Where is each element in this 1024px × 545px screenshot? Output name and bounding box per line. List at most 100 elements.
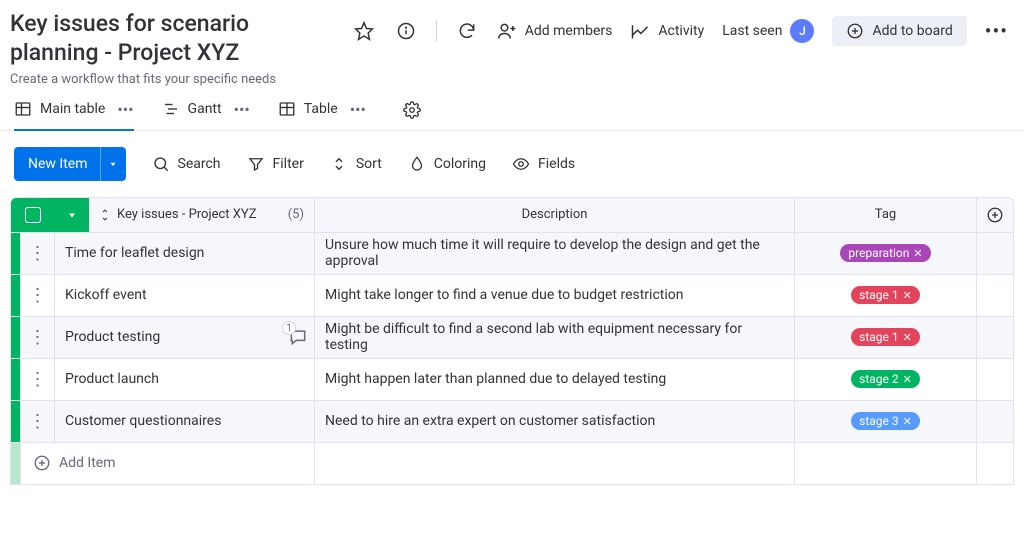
- row-description-cell[interactable]: Might take longer to find a venue due to…: [315, 275, 795, 316]
- sort-handle-icon[interactable]: [99, 209, 111, 221]
- table-row: ⋮Kickoff eventMight take longer to find …: [10, 275, 1014, 317]
- row-name-cell[interactable]: Time for leaflet design: [55, 233, 315, 274]
- tag-text: stage 3: [859, 414, 898, 428]
- sort-label: Sort: [356, 156, 382, 172]
- tag-chip[interactable]: stage 2✕: [851, 370, 920, 388]
- search-button[interactable]: Search: [152, 155, 221, 173]
- tab-main-table[interactable]: Main table •••: [14, 100, 134, 131]
- tag-text: preparation: [848, 246, 909, 260]
- tag-text: stage 1: [859, 330, 898, 344]
- row-menu-icon[interactable]: ⋮: [21, 233, 55, 274]
- tab-main-table-label: Main table: [40, 101, 105, 117]
- row-menu-icon[interactable]: ⋮: [21, 317, 55, 358]
- tag-remove-icon[interactable]: ✕: [913, 247, 922, 260]
- row-name-cell[interactable]: Product testing1: [55, 317, 315, 358]
- column-tag-label[interactable]: Tag: [875, 207, 896, 222]
- row-name-text: Product launch: [65, 371, 159, 387]
- tag-chip[interactable]: preparation ✕: [840, 244, 930, 262]
- row-description-text: Might be difficult to find a second lab …: [325, 321, 784, 353]
- row-description-cell[interactable]: Unsure how much time it will require to …: [315, 233, 795, 274]
- row-color-handle: [11, 443, 21, 484]
- row-end-spacer: [977, 233, 1013, 274]
- column-name-label[interactable]: Key issues - Project XYZ: [117, 207, 257, 222]
- add-to-board-button[interactable]: Add to board: [832, 16, 966, 46]
- row-end-spacer: [977, 275, 1013, 316]
- row-name-text: Time for leaflet design: [65, 245, 204, 261]
- column-description-label[interactable]: Description: [522, 207, 588, 222]
- row-tag-cell[interactable]: preparation ✕: [795, 233, 977, 274]
- tag-chip[interactable]: stage 1 ✕: [851, 328, 920, 346]
- tag-remove-icon[interactable]: ✕: [903, 373, 912, 386]
- add-to-board-label: Add to board: [872, 23, 952, 39]
- board-menu-icon[interactable]: •••: [985, 21, 1008, 41]
- row-name-cell[interactable]: Product launch: [55, 359, 315, 400]
- add-members-label: Add members: [525, 23, 613, 39]
- tab-gantt-label: Gantt: [188, 101, 222, 117]
- coloring-label: Coloring: [434, 156, 486, 172]
- coloring-button[interactable]: Coloring: [408, 155, 486, 173]
- tag-chip[interactable]: stage 3 ✕: [851, 412, 920, 430]
- new-item-button[interactable]: New Item: [14, 147, 126, 181]
- row-tag-cell[interactable]: stage 2✕: [795, 359, 977, 400]
- tab-table[interactable]: Table •••: [278, 100, 366, 131]
- table-row: ⋮ Time for leaflet design Unsure how much …: [10, 233, 1014, 275]
- row-end-spacer: [977, 401, 1013, 442]
- activity-label: Activity: [658, 23, 704, 39]
- automations-icon[interactable]: [455, 19, 479, 43]
- row-end-spacer: [977, 359, 1013, 400]
- conversation-icon[interactable]: 1: [288, 327, 308, 347]
- new-item-dropdown-caret[interactable]: [100, 147, 126, 181]
- tab-gantt[interactable]: Gantt •••: [162, 100, 250, 131]
- row-description-text: Need to hire an extra expert on customer…: [325, 413, 655, 429]
- row-color-handle: [11, 401, 21, 442]
- add-members-button[interactable]: Add members: [497, 21, 613, 41]
- row-end-spacer: [977, 317, 1013, 358]
- table-row: ⋮Product testing1 Might be difficult to f…: [10, 317, 1014, 359]
- row-menu-icon[interactable]: ⋮: [21, 275, 55, 316]
- row-tag-cell[interactable]: stage 1 ✕: [795, 275, 977, 316]
- view-settings-gear-icon[interactable]: [400, 98, 424, 122]
- row-color-handle: [11, 275, 21, 316]
- row-color-handle: [11, 359, 21, 400]
- table-row: ⋮ Product launch Might happen later than p…: [10, 359, 1014, 401]
- fields-button[interactable]: Fields: [512, 155, 575, 173]
- group-count: (5): [288, 207, 304, 222]
- sort-button[interactable]: Sort: [330, 155, 382, 173]
- row-name-cell[interactable]: Kickoff event: [55, 275, 315, 316]
- tag-remove-icon[interactable]: ✕: [903, 331, 912, 344]
- tab-main-table-menu-icon[interactable]: •••: [117, 100, 133, 119]
- last-seen-label: Last seen: [722, 23, 782, 39]
- info-icon[interactable]: [394, 19, 418, 43]
- activity-button[interactable]: Activity: [630, 21, 704, 41]
- board-title[interactable]: Key issues for scenario planning - Proje…: [10, 10, 320, 68]
- tag-chip[interactable]: stage 1 ✕: [851, 286, 920, 304]
- row-menu-icon[interactable]: ⋮: [21, 401, 55, 442]
- plus-circle-icon: [33, 454, 51, 472]
- new-item-label: New Item: [14, 156, 100, 172]
- tag-remove-icon[interactable]: ✕: [903, 415, 912, 428]
- filter-button[interactable]: Filter: [247, 155, 304, 173]
- row-name-cell[interactable]: Customer questionnaires: [55, 401, 315, 442]
- row-description-text: Unsure how much time it will require to …: [325, 237, 784, 269]
- tag-text: stage 1: [859, 288, 898, 302]
- row-tag-cell[interactable]: stage 3 ✕: [795, 401, 977, 442]
- row-color-handle: [11, 317, 21, 358]
- avatar[interactable]: J: [790, 19, 814, 43]
- row-description-cell[interactable]: Need to hire an extra expert on customer…: [315, 401, 795, 442]
- group-collapse-caret[interactable]: [55, 198, 89, 232]
- board-subtitle: Create a workflow that fits your specifi…: [10, 72, 320, 87]
- favorite-star-icon[interactable]: [352, 19, 376, 43]
- row-menu-icon[interactable]: ⋮: [21, 359, 55, 400]
- add-item-row[interactable]: Add Item: [10, 443, 1014, 485]
- row-description-cell[interactable]: Might happen later than planned due to d…: [315, 359, 795, 400]
- add-column-button[interactable]: [977, 198, 1013, 232]
- tab-table-menu-icon[interactable]: •••: [350, 100, 366, 119]
- tag-remove-icon[interactable]: ✕: [903, 289, 912, 302]
- tab-gantt-menu-icon[interactable]: •••: [234, 100, 250, 119]
- divider: [436, 20, 437, 42]
- row-tag-cell[interactable]: stage 1 ✕: [795, 317, 977, 358]
- conversation-count: 1: [282, 321, 296, 335]
- last-seen-indicator[interactable]: Last seen J: [722, 19, 814, 43]
- row-description-cell[interactable]: Might be difficult to find a second lab …: [315, 317, 795, 358]
- select-all-checkbox[interactable]: [11, 198, 55, 232]
